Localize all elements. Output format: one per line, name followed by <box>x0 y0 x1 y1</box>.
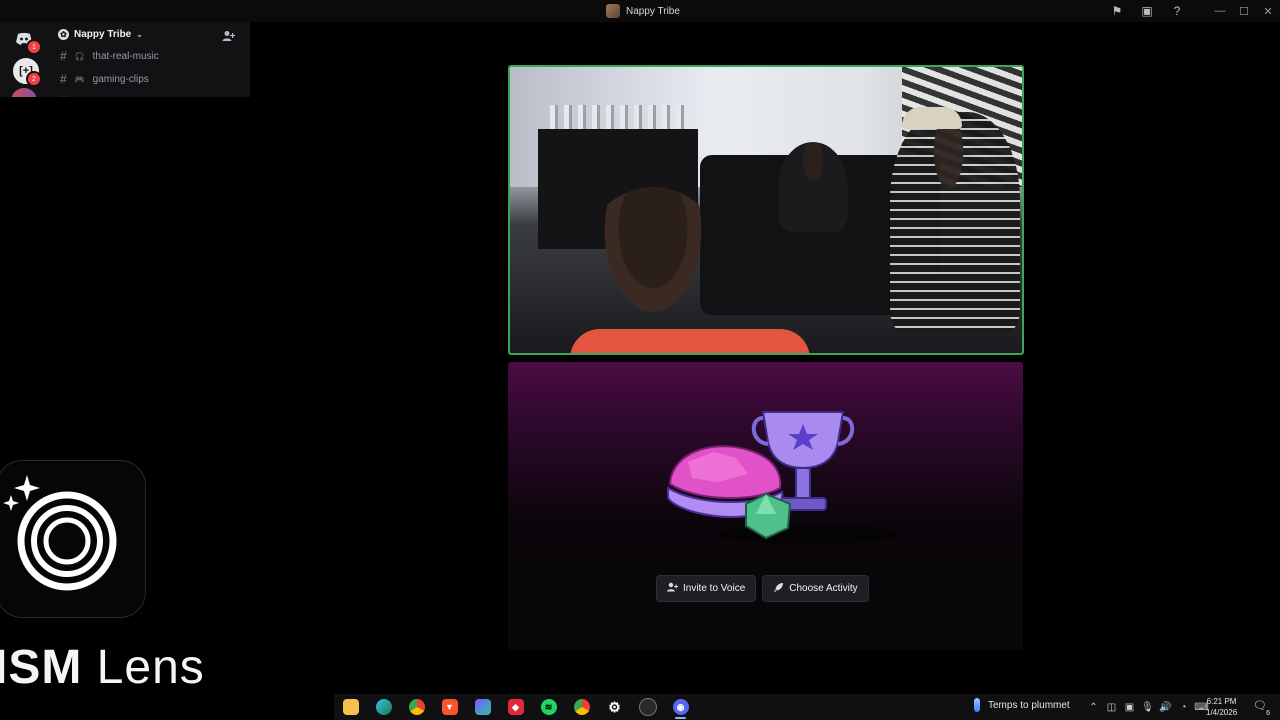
flag-icon[interactable]: ⚑ <box>1102 0 1132 22</box>
choose-activity-button[interactable]: Choose Activity <box>762 575 869 602</box>
chrome-icon[interactable] <box>400 694 433 720</box>
settings-icon[interactable]: ⚙ <box>598 694 631 720</box>
headphones-icon: 🎧 <box>74 51 85 61</box>
channel-name: gaming-clips <box>92 73 149 85</box>
video-stream-tile[interactable] <box>508 65 1024 355</box>
weather-widget[interactable]: Temps to plummet <box>974 698 1070 712</box>
help-icon[interactable]: ? <box>1162 0 1192 22</box>
hash-icon: # <box>60 49 67 63</box>
video-person-seated <box>778 142 848 232</box>
minimize-button[interactable]: — <box>1208 0 1232 22</box>
tray-device-icon[interactable]: ▣ <box>1122 702 1137 713</box>
window-title: Nappy Tribe <box>626 5 680 17</box>
add-user-icon[interactable] <box>222 30 236 45</box>
ism-lens-logo-tile <box>0 460 146 618</box>
weather-text: Temps to plummet <box>988 699 1070 711</box>
server-icon-partial[interactable] <box>11 88 37 97</box>
gamepad-icon: 🎮 <box>74 74 85 84</box>
invite-to-voice-button[interactable]: Invite to Voice <box>656 575 757 602</box>
thermometer-icon <box>974 698 980 712</box>
spotify-icon[interactable]: ≋ <box>532 694 565 720</box>
tray-app-icon[interactable]: ◫ <box>1104 702 1119 713</box>
activity-trophy-illustration <box>667 411 898 544</box>
obs-icon[interactable] <box>631 694 664 720</box>
server-gear-icon: ✿ <box>58 29 69 40</box>
windows-taskbar: ▼ ◆ ≋ ⚙ ◉ Temps to plummet ⌃ ◫ ▣ 🎙 🔊 ◔ ⌨… <box>334 694 1280 720</box>
choose-activity-label: Choose Activity <box>789 583 858 594</box>
brave-icon[interactable]: ▼ <box>433 694 466 720</box>
hash-icon: # <box>60 94 67 97</box>
file-explorer-icon[interactable] <box>334 694 367 720</box>
channel-item-partial[interactable]: # <box>60 94 67 97</box>
wordmark-bold: ISM <box>0 641 83 694</box>
video-person-right <box>890 112 1020 332</box>
wordmark-light: Lens <box>82 641 205 694</box>
clock-date: 1/4/2026 <box>1206 708 1238 717</box>
wifi-icon[interactable]: ◔ <box>1176 702 1191 713</box>
activity-panel: Invite to Voice Choose Activity <box>508 362 1023 650</box>
hash-icon: # <box>60 72 67 86</box>
taskbar-apps: ▼ ◆ ≋ ⚙ ◉ <box>334 694 697 720</box>
clock-time: 6:21 PM <box>1206 697 1237 706</box>
notification-count: 6 <box>1266 710 1270 717</box>
maximize-button[interactable]: ☐ <box>1232 0 1256 22</box>
title-bar-actions: ⚑ ▣ ? — ☐ ✕ <box>1102 0 1280 22</box>
close-button[interactable]: ✕ <box>1256 0 1280 22</box>
discord-taskbar-icon[interactable]: ◉ <box>664 694 697 720</box>
invite-to-voice-label: Invite to Voice <box>683 583 746 594</box>
chevron-up-icon[interactable]: ⌃ <box>1086 702 1101 713</box>
server-icon <box>606 4 620 18</box>
chevron-down-icon: ⌄ <box>136 30 143 39</box>
server-header[interactable]: ✿ Nappy Tribe ⌄ <box>58 29 143 40</box>
lens-logo-icon <box>3 475 117 591</box>
discord-overlay-sidebar: 1 [+] 2 ✿ Nappy Tribe ⌄ # 🎧 that-real-mu… <box>0 22 250 97</box>
app-red-icon[interactable]: ◆ <box>499 694 532 720</box>
copilot-icon[interactable] <box>466 694 499 720</box>
video-cap <box>902 107 962 129</box>
server-name: Nappy Tribe <box>74 29 132 40</box>
window-title-group: Nappy Tribe <box>606 3 680 19</box>
inbox-icon[interactable]: ▣ <box>1132 0 1162 22</box>
activity-actions: Invite to Voice Choose Activity <box>656 575 869 602</box>
system-tray: ⌃ ◫ ▣ 🎙 🔊 ◔ ⌨ <box>1086 694 1209 720</box>
channel-name: that-real-music <box>92 50 159 62</box>
clock[interactable]: 6:21 PM 1/4/2026 <box>1206 696 1237 718</box>
notification-badge: 2 <box>26 71 42 87</box>
ism-lens-wordmark: ISM Lens <box>0 640 205 696</box>
title-bar: Nappy Tribe ⚑ ▣ ? — ☐ ✕ <box>0 0 1280 22</box>
notification-badge: 1 <box>26 39 42 55</box>
rocket-icon <box>773 582 784 596</box>
chrome-profile-icon[interactable] <box>565 694 598 720</box>
add-person-icon <box>667 582 679 595</box>
channel-item[interactable]: # 🎧 that-real-music <box>60 49 159 63</box>
volume-icon[interactable]: 🔊 <box>1158 702 1173 713</box>
video-shirt <box>570 329 810 353</box>
edge-icon[interactable] <box>367 694 400 720</box>
server-rail: 1 [+] 2 <box>0 22 48 97</box>
microphone-icon[interactable]: 🎙 <box>1140 702 1155 713</box>
channel-item[interactable]: # 🎮 gaming-clips <box>60 72 149 86</box>
notification-center-icon[interactable]: 🗨 6 <box>1252 699 1270 717</box>
